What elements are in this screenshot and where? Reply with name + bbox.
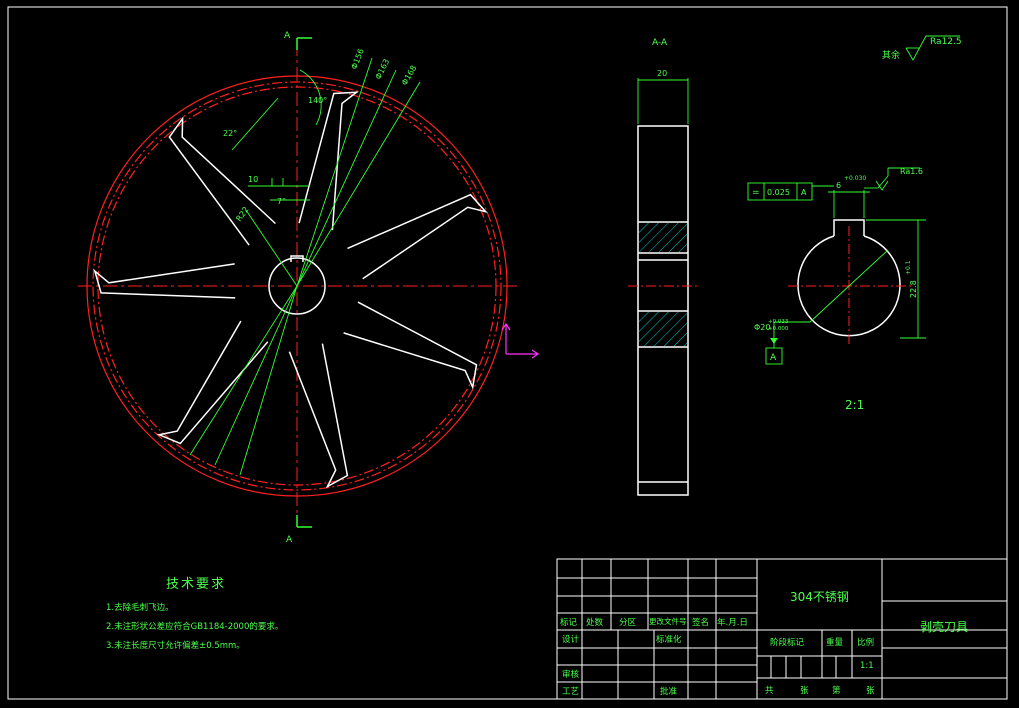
blades bbox=[93, 91, 488, 489]
sheet-border bbox=[7, 6, 1008, 700]
dim-diameter-163: Φ163 bbox=[374, 58, 392, 81]
blade bbox=[298, 91, 359, 231]
tb-sheet-unit: 张 bbox=[800, 686, 809, 696]
hub-height-tol: +0.1 bbox=[905, 260, 912, 275]
blade bbox=[343, 301, 478, 390]
tb-header-mark: 标记 bbox=[560, 618, 578, 628]
hub-bore-tol-upper: +0.033 bbox=[768, 319, 789, 325]
section-mark-top: A bbox=[284, 31, 291, 41]
hub-bore-tol-lower: +0.000 bbox=[768, 326, 789, 332]
tb-header-zone: 分区 bbox=[619, 618, 637, 628]
tb-weight: 重量 bbox=[826, 638, 844, 648]
section-title: A-A bbox=[652, 38, 668, 48]
tb-process: 工艺 bbox=[562, 687, 580, 697]
section-dim-width: 20 bbox=[657, 69, 667, 78]
dim-angle-tip: 22° bbox=[223, 129, 237, 138]
tb-sheet-total: 共 bbox=[765, 686, 774, 696]
hub-scale-label: 2:1 bbox=[845, 398, 864, 412]
blade bbox=[156, 320, 269, 445]
tb-ratio-value: 1:1 bbox=[860, 661, 874, 671]
hub-height-dim: 22.8 bbox=[909, 280, 918, 298]
hub-geo-value: 0.025 bbox=[767, 188, 790, 197]
main-dimensions bbox=[189, 57, 421, 476]
datum-marker-icon bbox=[770, 338, 778, 344]
roughness-other-value: Ra12.5 bbox=[930, 37, 962, 47]
blade bbox=[347, 193, 488, 280]
hatch-upper bbox=[639, 223, 687, 252]
hub-datum-letter: A bbox=[770, 353, 777, 363]
tech-requirements-title: 技术要求 bbox=[166, 577, 227, 592]
ucs-axis-icon bbox=[501, 322, 540, 359]
tb-standardization: 标准化 bbox=[656, 635, 682, 645]
tech-requirement-item-1: 1.去除毛刺飞边。 bbox=[106, 603, 174, 613]
tech-requirement-item-2: 2.未注形状公差应符合GB1184-2000的要求。 bbox=[106, 622, 284, 632]
dim-diameter-168: Φ168 bbox=[400, 64, 419, 87]
section-view: A-A 20 bbox=[628, 38, 698, 496]
tb-header-date: 年.月.日 bbox=[717, 618, 748, 628]
tb-ratio: 比例 bbox=[857, 638, 875, 648]
tb-part-name: 剥壳刀具 bbox=[920, 620, 969, 634]
dim-radius: R22 bbox=[234, 205, 250, 223]
blade bbox=[288, 343, 349, 489]
tb-material: 304不锈钢 bbox=[790, 590, 849, 604]
tb-header-count: 处数 bbox=[586, 618, 604, 628]
section-mark-bottom: A bbox=[286, 535, 293, 545]
tb-header-change-doc: 更改文件号 bbox=[649, 617, 687, 626]
dim-angle-blade: 140° bbox=[308, 96, 327, 105]
dim-diameter-156: Φ156 bbox=[350, 47, 366, 70]
roughness-other-label: 其余 bbox=[882, 49, 900, 61]
tb-stage-mark: 阶段标记 bbox=[770, 638, 805, 648]
hub-geo-datum: A bbox=[801, 188, 807, 197]
hatch-lower bbox=[639, 312, 687, 346]
dim-angle-small: 7° bbox=[277, 197, 286, 206]
tb-sheet-num: 第 bbox=[832, 686, 841, 696]
roughness-other: 其余 Ra12.5 bbox=[882, 35, 962, 61]
tb-sheet-unit2: 张 bbox=[866, 686, 875, 696]
tech-requirement-item-3: 3.未注长度尺寸允许偏差±0.5mm。 bbox=[106, 641, 245, 651]
tb-header-signature: 签名 bbox=[692, 618, 710, 628]
main-view: A A Φ156 Φ163 Φ168 140° 22° 10 7° R22 bbox=[78, 31, 540, 545]
dim-width-10: 10 bbox=[248, 175, 258, 184]
hub-keyway-tol: +0.030 bbox=[844, 175, 866, 182]
blade bbox=[93, 263, 236, 299]
hub-detail: 6 +0.030 Ra1.6 = 0.025 A 22.8 +0.1 Φ20 +… bbox=[747, 167, 926, 412]
hub-geo-symbol: = bbox=[752, 188, 760, 198]
tb-approve: 批准 bbox=[660, 687, 678, 697]
hub-roughness-value: Ra1.6 bbox=[900, 167, 923, 176]
hub-keyway-width: 6 bbox=[836, 181, 841, 190]
tb-review: 审核 bbox=[562, 670, 580, 680]
tb-design: 设计 bbox=[562, 635, 580, 645]
